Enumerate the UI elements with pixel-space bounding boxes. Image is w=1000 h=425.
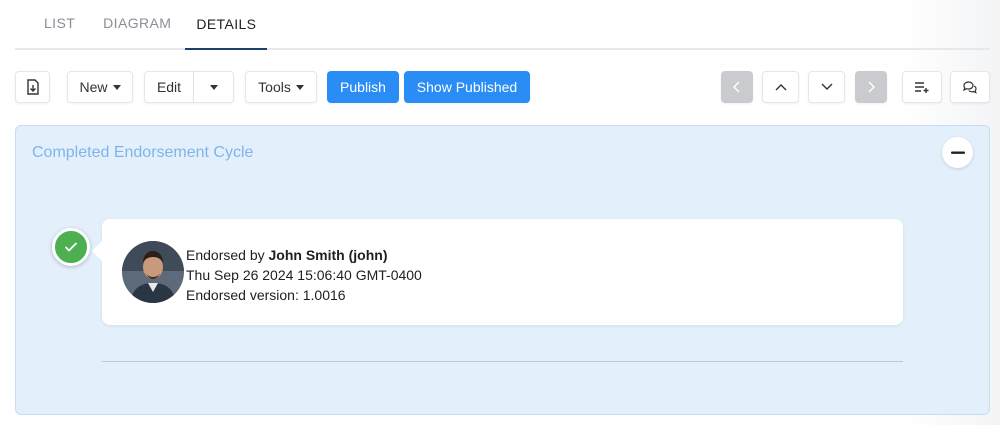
panel-title: Completed Endorsement Cycle bbox=[32, 144, 254, 161]
last-button[interactable] bbox=[855, 71, 887, 103]
first-button[interactable] bbox=[721, 71, 753, 103]
edit-label: Edit bbox=[156, 79, 182, 95]
tab-details[interactable]: DETAILS bbox=[185, 0, 268, 50]
endorser-name: John Smith (john) bbox=[268, 247, 388, 263]
comments-icon bbox=[962, 81, 977, 94]
show-published-label: Show Published bbox=[416, 79, 518, 95]
endorsement-panel: Completed Endorsement Cycle Endorsed by … bbox=[15, 125, 990, 415]
caret-down-icon bbox=[209, 84, 218, 90]
tools-label: Tools bbox=[258, 79, 291, 95]
caret-down-icon bbox=[295, 84, 304, 90]
tab-list[interactable]: LIST bbox=[15, 0, 89, 48]
endorsed-by-prefix: Endorsed by bbox=[186, 247, 269, 263]
tab-bar: LIST DIAGRAM DETAILS bbox=[15, 0, 990, 50]
edit-split-button: Edit bbox=[144, 71, 234, 103]
edit-dropdown-toggle[interactable] bbox=[194, 71, 234, 103]
chevron-right-icon bbox=[868, 81, 875, 93]
avatar bbox=[122, 241, 184, 303]
endorsed-by-line: Endorsed by John Smith (john) bbox=[186, 245, 422, 265]
caret-down-icon bbox=[112, 84, 121, 90]
next-button[interactable] bbox=[808, 71, 845, 103]
comments-button[interactable] bbox=[950, 71, 990, 103]
chevron-up-icon bbox=[775, 84, 786, 91]
endorsement-timestamp: Thu Sep 26 2024 15:06:40 GMT-0400 bbox=[186, 267, 422, 283]
chevron-left-icon bbox=[733, 81, 740, 93]
new-dropdown-button[interactable]: New bbox=[67, 71, 133, 103]
endorsement-details: Endorsed by John Smith (john) Thu Sep 26… bbox=[186, 245, 422, 305]
divider bbox=[102, 361, 903, 362]
previous-button[interactable] bbox=[762, 71, 799, 103]
tab-diagram[interactable]: DIAGRAM bbox=[89, 0, 185, 48]
toolbar: New Edit Tools Publish Show Published bbox=[15, 71, 990, 103]
add-to-list-button[interactable] bbox=[902, 71, 942, 103]
show-published-button[interactable]: Show Published bbox=[404, 71, 530, 103]
collapse-button[interactable] bbox=[942, 137, 973, 168]
minus-icon bbox=[950, 151, 965, 154]
export-file-icon bbox=[26, 79, 39, 95]
endorsed-version: Endorsed version: 1.0016 bbox=[186, 287, 346, 303]
publish-button[interactable]: Publish bbox=[327, 71, 399, 103]
add-list-icon bbox=[915, 82, 929, 93]
tools-dropdown-button[interactable]: Tools bbox=[245, 71, 317, 103]
completed-status-indicator bbox=[52, 228, 90, 266]
new-label: New bbox=[79, 79, 108, 95]
export-button[interactable] bbox=[15, 71, 50, 103]
endorsement-entry-card: Endorsed by John Smith (john) Thu Sep 26… bbox=[92, 219, 903, 325]
chevron-down-icon bbox=[821, 83, 832, 90]
publish-label: Publish bbox=[340, 79, 386, 95]
check-icon bbox=[64, 242, 78, 252]
edit-button[interactable]: Edit bbox=[144, 71, 194, 103]
